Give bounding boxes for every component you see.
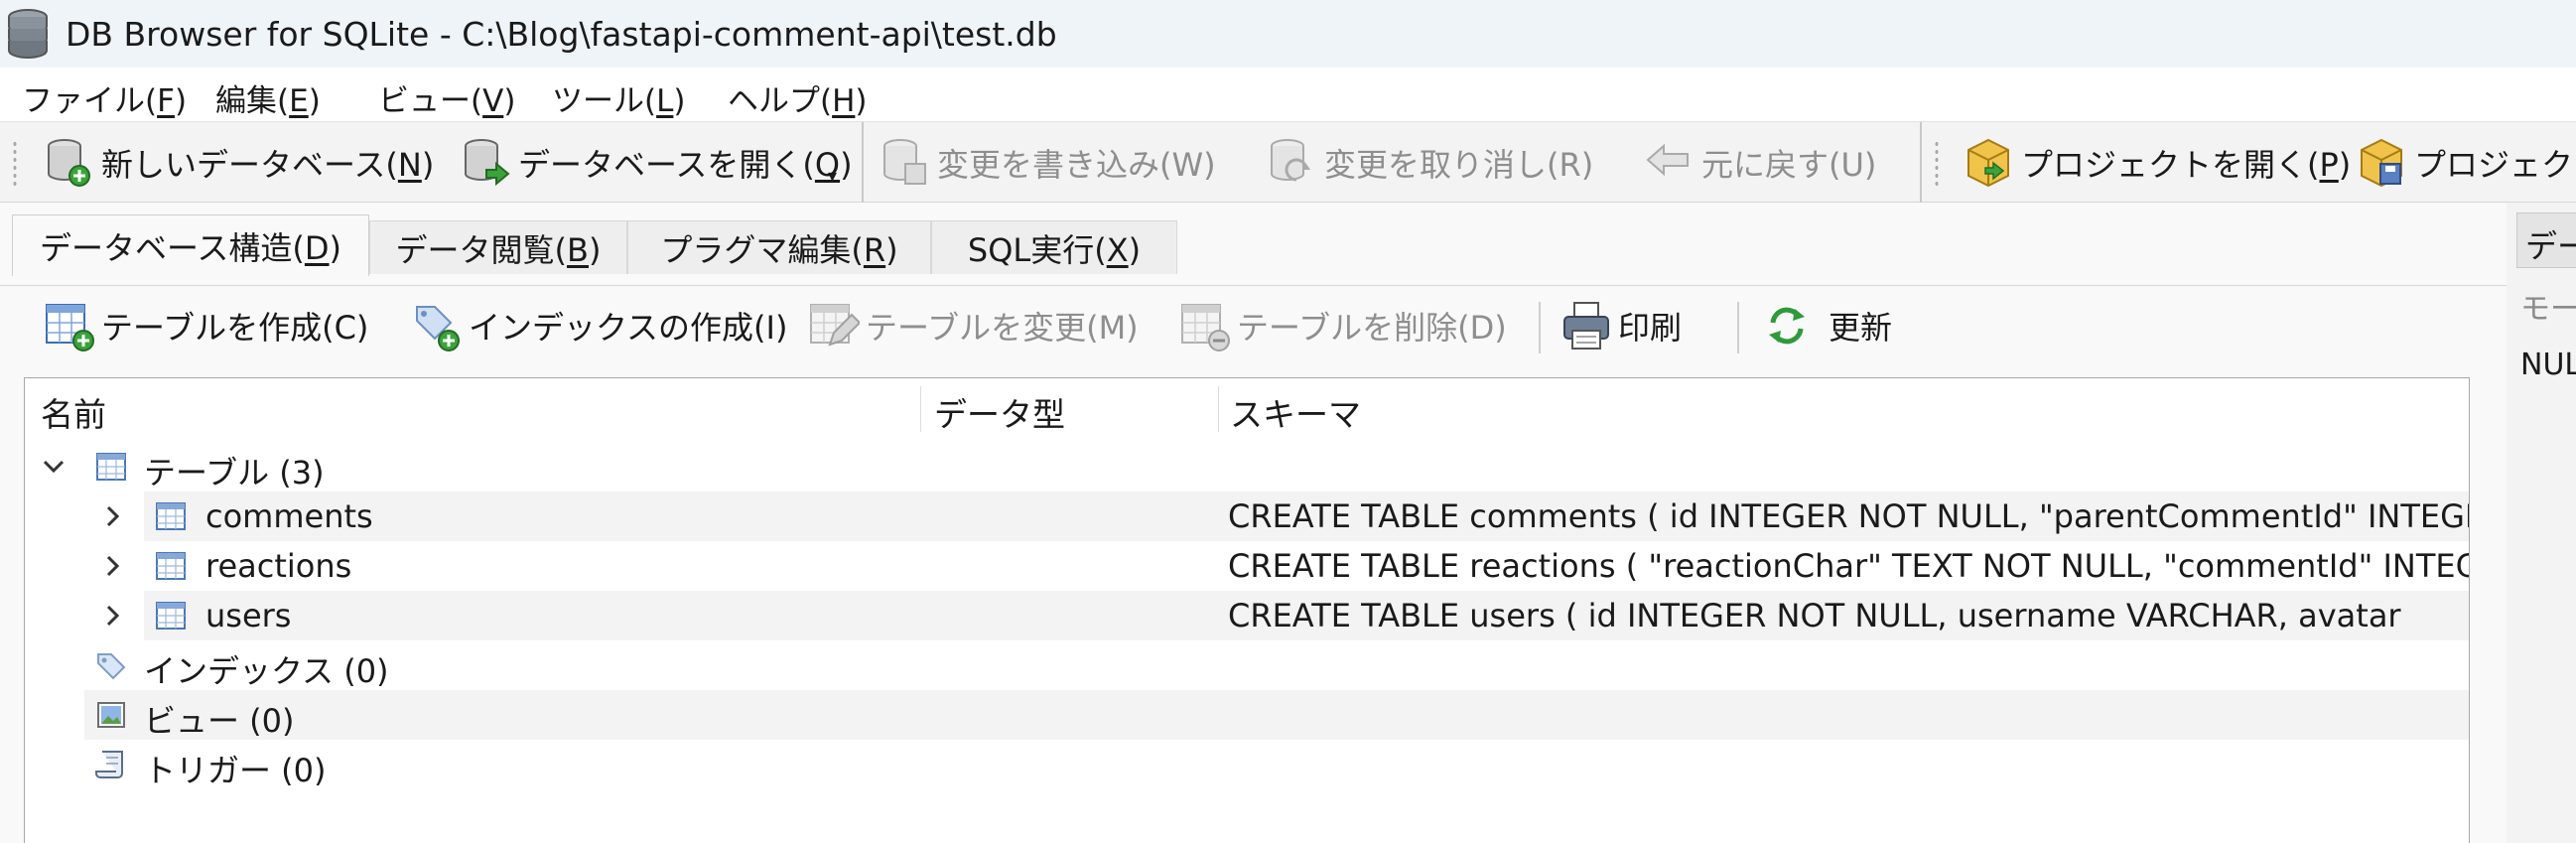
menu-edit[interactable]: 編集(E) bbox=[215, 75, 321, 120]
tree-group-label: インデックス (0) bbox=[144, 652, 389, 690]
column-header-type[interactable]: データ型 bbox=[934, 388, 1065, 436]
main-panel: データベース構造(D) データ閲覧(B) プラグマ編集(R) SQL実行(X) bbox=[0, 203, 2507, 843]
tree-group-label: ビュー (0) bbox=[144, 702, 295, 740]
tab-body-border bbox=[0, 285, 2507, 286]
menu-bar: ファイル(F) 編集(E) ビュー(V) ツール(L) ヘルプ(H) bbox=[0, 68, 2576, 121]
chevron-right-icon[interactable] bbox=[98, 501, 128, 531]
row-highlight bbox=[84, 690, 2469, 740]
delete-table-button[interactable]: テーブルを削除(D) bbox=[1179, 296, 1507, 355]
tree-group-views[interactable]: ビュー (0) bbox=[25, 690, 2469, 740]
table-name: users bbox=[205, 597, 292, 634]
edit-cell-dock: データ モード NULL bbox=[2507, 203, 2576, 843]
table-row[interactable]: users CREATE TABLE users ( id INTEGER NO… bbox=[25, 591, 2469, 640]
index-tag-icon bbox=[97, 653, 126, 680]
delete-table-icon bbox=[1181, 304, 1230, 351]
dock-tab-edit-data[interactable]: データ bbox=[2516, 212, 2576, 268]
write-changes-icon bbox=[883, 139, 926, 185]
tab-database-structure[interactable]: データベース構造(D) bbox=[12, 214, 369, 276]
tab-bar: データベース構造(D) データ閲覧(B) プラグマ編集(R) SQL実行(X) bbox=[0, 214, 2507, 286]
refresh-icon bbox=[1769, 307, 1805, 345]
table-name: reactions bbox=[205, 547, 352, 585]
table-schema: CREATE TABLE reactions ( "reactionChar" … bbox=[1228, 547, 2470, 585]
new-database-button[interactable]: 新しいデータベース(N) bbox=[44, 132, 434, 194]
menu-view[interactable]: ビュー(V) bbox=[378, 75, 515, 120]
toolbar-separator bbox=[1920, 122, 1922, 204]
write-changes-button[interactable]: 変更を書き込み(W) bbox=[880, 132, 1216, 194]
revert-changes-icon bbox=[1271, 139, 1310, 182]
toolbar-separator bbox=[1737, 302, 1739, 353]
modify-table-icon bbox=[810, 304, 860, 347]
table-row[interactable]: comments CREATE TABLE comments ( id INTE… bbox=[25, 492, 2469, 541]
toolbar-separator bbox=[1539, 302, 1541, 353]
mode-label: モード bbox=[2520, 292, 2576, 327]
undo-button[interactable]: 元に戻す(U) bbox=[1644, 132, 1876, 194]
refresh-button[interactable]: 更新 bbox=[1761, 296, 1892, 355]
create-index-icon bbox=[416, 306, 460, 351]
tree-group-label: トリガー (0) bbox=[144, 752, 327, 789]
trigger-scroll-icon bbox=[95, 751, 123, 778]
chevron-right-icon[interactable] bbox=[98, 601, 128, 631]
table-icon bbox=[156, 552, 186, 580]
window-title: DB Browser for SQLite - C:\Blog\fastapi-… bbox=[66, 14, 1057, 54]
table-icon bbox=[156, 502, 186, 530]
revert-changes-button[interactable]: 変更を取り消し(R) bbox=[1267, 132, 1593, 194]
column-divider[interactable] bbox=[1218, 386, 1219, 432]
modify-table-button[interactable]: テーブルを変更(M) bbox=[808, 296, 1139, 355]
column-header-schema[interactable]: スキーマ bbox=[1230, 388, 1361, 436]
create-table-icon bbox=[46, 304, 94, 351]
cell-value: NULL bbox=[2520, 348, 2576, 382]
menu-file[interactable]: ファイル(F) bbox=[22, 75, 187, 120]
menu-tools[interactable]: ツール(L) bbox=[552, 75, 686, 120]
table-row[interactable]: reactions CREATE TABLE reactions ( "reac… bbox=[25, 541, 2469, 591]
view-image-icon bbox=[97, 702, 125, 728]
print-button[interactable]: 印刷 bbox=[1560, 296, 1682, 355]
open-project-button[interactable]: プロジェクトを開く(P) bbox=[1964, 132, 2351, 194]
new-database-icon bbox=[48, 139, 90, 187]
tree-group-tables[interactable]: テーブル (3) bbox=[25, 442, 2469, 492]
menu-help[interactable]: ヘルプ(H) bbox=[728, 75, 868, 120]
column-header-name[interactable]: 名前 bbox=[41, 388, 106, 436]
table-schema: CREATE TABLE comments ( id INTEGER NOT N… bbox=[1228, 497, 2470, 535]
toolbar-grip[interactable] bbox=[1934, 140, 1940, 188]
schema-tree-view[interactable]: 名前 データ型 スキーマ テーブル (3) comments CREATE TA… bbox=[24, 377, 2470, 843]
tab-edit-pragmas[interactable]: プラグマ編集(R) bbox=[627, 220, 931, 274]
table-name: comments bbox=[205, 497, 373, 535]
toolbar-separator bbox=[862, 122, 864, 204]
title-bar[interactable]: DB Browser for SQLite - C:\Blog\fastapi-… bbox=[0, 0, 2576, 68]
open-database-button[interactable]: データベースを開く(O) bbox=[461, 132, 853, 194]
create-index-button[interactable]: インデックスの作成(I) bbox=[411, 296, 787, 355]
app-window: DB Browser for SQLite - C:\Blog\fastapi-… bbox=[0, 0, 2576, 843]
printer-icon bbox=[1563, 302, 1609, 350]
column-divider[interactable] bbox=[920, 386, 921, 432]
table-icon bbox=[156, 602, 186, 630]
chevron-down-icon[interactable] bbox=[39, 452, 68, 482]
chevron-right-icon[interactable] bbox=[98, 551, 128, 581]
tab-browse-data[interactable]: データ閲覧(B) bbox=[369, 220, 627, 274]
tab-execute-sql[interactable]: SQL実行(X) bbox=[931, 220, 1177, 274]
table-schema: CREATE TABLE users ( id INTEGER NOT NULL… bbox=[1228, 597, 2401, 634]
create-table-button[interactable]: テーブルを作成(C) bbox=[44, 296, 368, 355]
undo-arrow-icon bbox=[1646, 143, 1689, 177]
save-project-icon bbox=[2361, 138, 2402, 188]
save-project-button[interactable]: プロジェクト bbox=[2357, 132, 2576, 194]
tree-header: 名前 データ型 スキーマ bbox=[25, 378, 2469, 440]
toolbar-grip[interactable] bbox=[12, 140, 18, 188]
main-toolbar: 新しいデータベース(N) データベースを開く(O) ▾ 変更を書き込み(W) 変… bbox=[0, 121, 2576, 204]
tree-group-label: テーブル (3) bbox=[144, 454, 325, 492]
open-project-icon bbox=[1967, 138, 2009, 188]
structure-toolbar: テーブルを作成(C) インデックスの作成(I) テーブルを変更(M) テーブルを… bbox=[0, 290, 2507, 361]
tree-group-indexes[interactable]: インデックス (0) bbox=[25, 640, 2469, 690]
open-database-icon bbox=[465, 139, 510, 187]
table-icon bbox=[96, 453, 126, 481]
tree-group-triggers[interactable]: トリガー (0) bbox=[25, 740, 2469, 789]
database-app-icon bbox=[8, 9, 48, 59]
open-database-dropdown-icon[interactable]: ▾ bbox=[828, 166, 837, 187]
